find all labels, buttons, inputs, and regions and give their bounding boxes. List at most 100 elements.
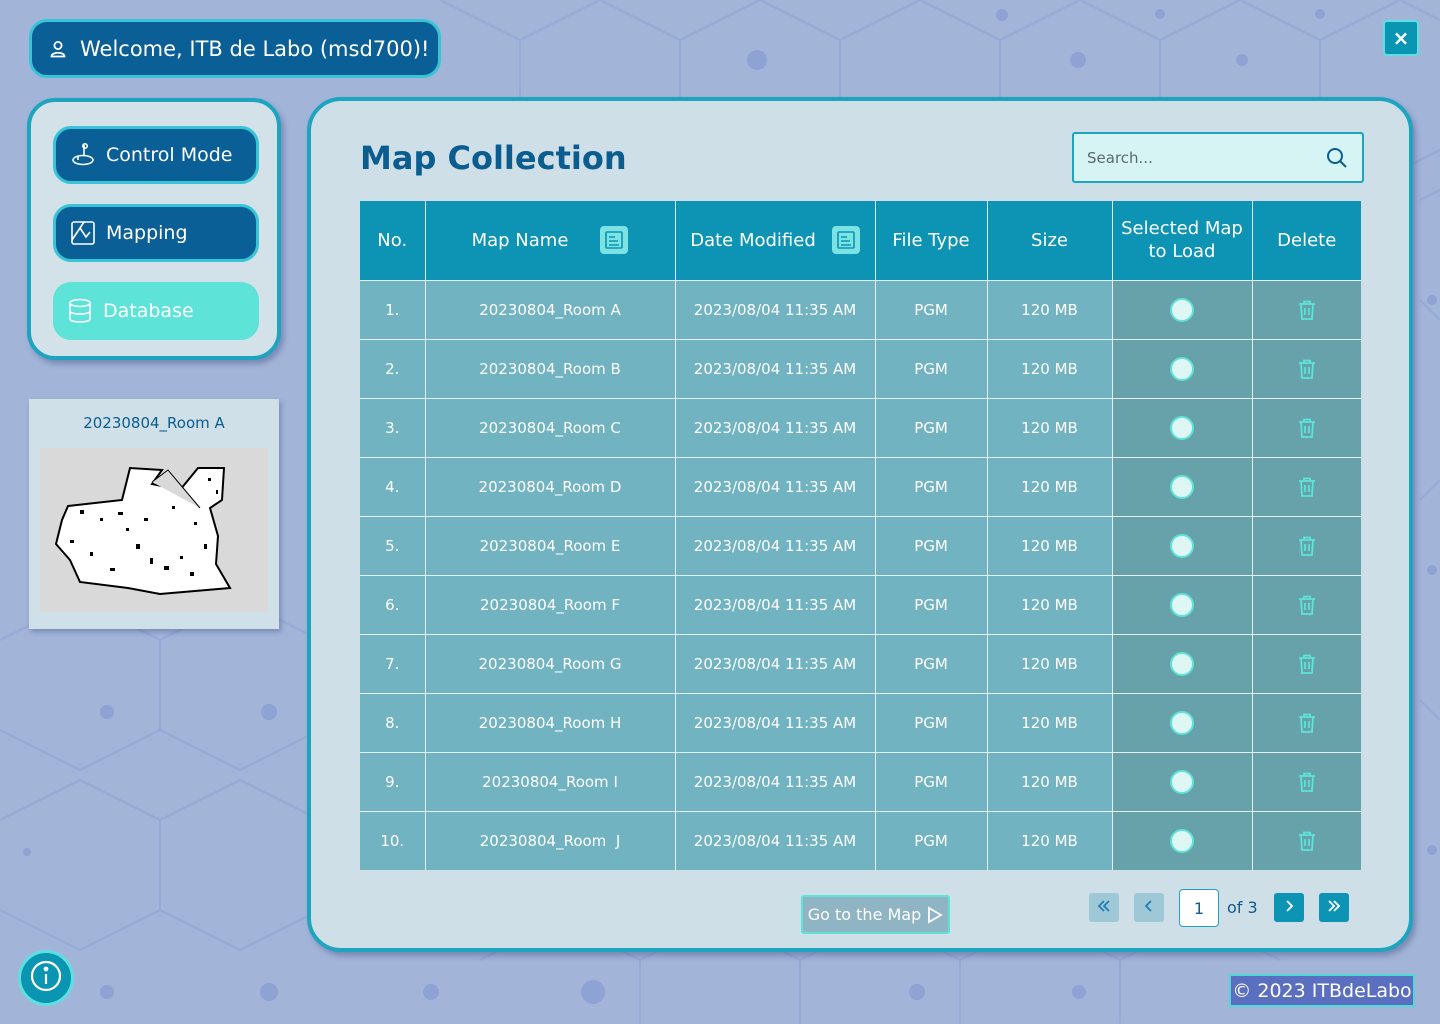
cell-no: 7. (360, 633, 426, 693)
page-title: Map Collection (360, 139, 627, 177)
nav-database-button[interactable]: Database (53, 282, 259, 340)
cell-size: 120 MB (987, 515, 1113, 575)
cell-date-modified: 2023/08/04 11:35 AM (675, 810, 876, 870)
header-selected-map: Selected Map to Load (1112, 201, 1253, 280)
copyright-badge: © 2023 ITBdeLabo (1229, 974, 1415, 1007)
trash-icon[interactable] (1296, 594, 1318, 616)
cell-no: 10. (360, 810, 426, 870)
cell-no: 2. (360, 338, 426, 398)
select-map-radio[interactable] (1170, 651, 1194, 676)
cell-map-name: 20230804_Room E (425, 515, 676, 575)
table-row[interactable]: 7. 20230804_Room G 2023/08/04 11:35 AM PGM 1… (360, 633, 1361, 693)
cell-date-modified: 2023/08/04 11:35 AM (675, 515, 876, 575)
cell-size: 120 MB (987, 633, 1113, 693)
cell-map-name: 20230804_Room D (425, 456, 676, 516)
info-icon (29, 959, 63, 997)
trash-icon[interactable] (1296, 417, 1318, 439)
cell-file-type: PGM (875, 574, 988, 634)
welcome-banner: Welcome, ITB de Labo (msd700)! (29, 19, 441, 78)
cell-date-modified: 2023/08/04 11:35 AM (675, 456, 876, 516)
nav-panel: Control Mode Mapping Database (27, 98, 281, 360)
cell-selected (1112, 279, 1253, 339)
trash-icon[interactable] (1296, 771, 1318, 793)
trash-icon[interactable] (1296, 476, 1318, 498)
chevron-right-icon (1281, 898, 1297, 918)
cell-map-name: 20230804_Room C (425, 397, 676, 457)
table-row[interactable]: 5. 20230804_Room E 2023/08/04 11:35 AM PGM 1… (360, 515, 1361, 575)
page-number-input[interactable] (1179, 889, 1219, 927)
cell-selected (1112, 515, 1253, 575)
table-row[interactable]: 1. 20230804_Room A 2023/08/04 11:35 AM PGM 1… (360, 279, 1361, 339)
cell-file-type: PGM (875, 810, 988, 870)
map-preview-image (40, 448, 268, 612)
cell-map-name: 20230804_Room A (425, 279, 676, 339)
table-row[interactable]: 8. 20230804_Room H 2023/08/04 11:35 AM PGM 1… (360, 692, 1361, 752)
select-map-radio[interactable] (1170, 415, 1194, 440)
cell-file-type: PGM (875, 456, 988, 516)
prev-page-button[interactable] (1134, 893, 1164, 922)
cell-selected (1112, 751, 1253, 811)
trash-icon[interactable] (1296, 830, 1318, 852)
cell-delete (1252, 338, 1361, 398)
welcome-text: Welcome, ITB de Labo (msd700)! (80, 36, 430, 61)
search-icon[interactable] (1326, 147, 1348, 169)
select-map-radio[interactable] (1170, 710, 1194, 735)
select-map-radio[interactable] (1170, 828, 1194, 853)
select-map-radio[interactable] (1170, 297, 1194, 322)
select-map-radio[interactable] (1170, 474, 1194, 499)
table-row[interactable]: 9. 20230804_Room I 2023/08/04 11:35 AM PGM 1… (360, 751, 1361, 811)
nav-control-mode-button[interactable]: Control Mode (53, 126, 259, 184)
first-page-button[interactable] (1089, 893, 1119, 922)
map-preview-card: 20230804_Room A (29, 399, 279, 629)
select-map-radio[interactable] (1170, 356, 1194, 381)
info-button[interactable] (18, 950, 74, 1006)
cell-delete (1252, 633, 1361, 693)
table-row[interactable]: 2. 20230804_Room B 2023/08/04 11:35 AM PGM 1… (360, 338, 1361, 398)
cell-delete (1252, 574, 1361, 634)
header-map-name-label: Map Name (471, 229, 569, 251)
close-button[interactable]: × (1383, 20, 1419, 56)
close-icon: × (1392, 26, 1410, 50)
trash-icon[interactable] (1296, 712, 1318, 734)
nav-label-control-mode: Control Mode (106, 144, 233, 166)
sort-map-name-icon[interactable] (600, 226, 629, 255)
map-preview-title: 20230804_Room A (83, 414, 225, 432)
last-page-button[interactable] (1319, 893, 1349, 922)
trash-icon[interactable] (1296, 358, 1318, 380)
cell-file-type: PGM (875, 338, 988, 398)
cell-date-modified: 2023/08/04 11:35 AM (675, 692, 876, 752)
cell-file-type: PGM (875, 692, 988, 752)
cell-no: 5. (360, 515, 426, 575)
cell-size: 120 MB (987, 692, 1113, 752)
sort-date-modified-icon[interactable] (831, 226, 860, 255)
table-row[interactable]: 4. 20230804_Room D 2023/08/04 11:35 AM PGM 1… (360, 456, 1361, 516)
cell-file-type: PGM (875, 633, 988, 693)
nav-label-mapping: Mapping (106, 222, 188, 244)
double-chevron-right-icon (1326, 898, 1342, 918)
select-map-radio[interactable] (1170, 769, 1194, 794)
trash-icon[interactable] (1296, 299, 1318, 321)
cell-no: 1. (360, 279, 426, 339)
header-date-modified: Date Modified (675, 201, 876, 280)
next-page-button[interactable] (1274, 893, 1304, 922)
trash-icon[interactable] (1296, 535, 1318, 557)
cell-delete (1252, 279, 1361, 339)
cell-date-modified: 2023/08/04 11:35 AM (675, 574, 876, 634)
table-row[interactable]: 3. 20230804_Room C 2023/08/04 11:35 AM PGM 1… (360, 397, 1361, 457)
search-box (1072, 132, 1364, 183)
search-input[interactable] (1074, 148, 1326, 167)
trash-icon[interactable] (1296, 653, 1318, 675)
cell-date-modified: 2023/08/04 11:35 AM (675, 279, 876, 339)
cell-no: 6. (360, 574, 426, 634)
table-row[interactable]: 10. 20230804_Room J 2023/08/04 11:35 AM PGM… (360, 810, 1361, 870)
cell-map-name: 20230804_Room H (425, 692, 676, 752)
nav-mapping-button[interactable]: Mapping (53, 204, 259, 262)
select-map-radio[interactable] (1170, 592, 1194, 617)
table-header-row: No. Map Name Date Modified File Type Siz… (360, 201, 1361, 280)
cell-selected (1112, 633, 1253, 693)
table-row[interactable]: 6. 20230804_Room F 2023/08/04 11:35 AM PGM 1… (360, 574, 1361, 634)
select-map-radio[interactable] (1170, 533, 1194, 558)
cell-delete (1252, 397, 1361, 457)
map-table: No. Map Name Date Modified File Type Siz… (360, 201, 1361, 870)
go-to-map-button[interactable]: Go to the Map (801, 895, 950, 934)
